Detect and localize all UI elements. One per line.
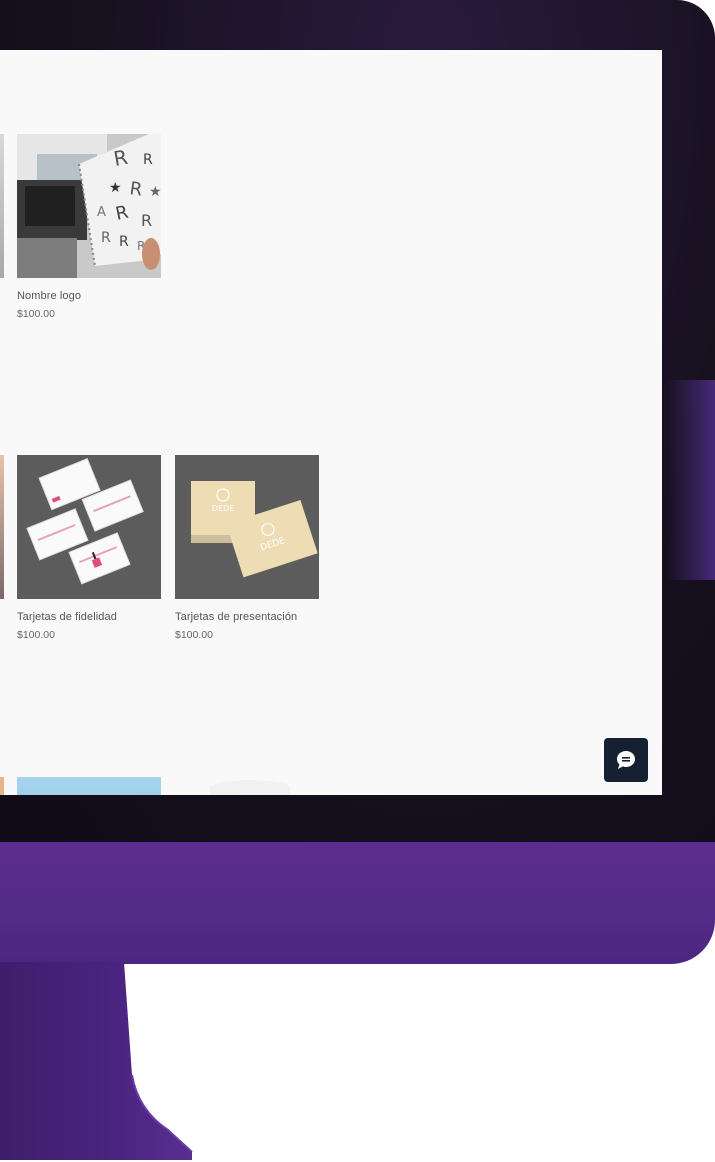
chat-button[interactable] [604, 738, 648, 782]
svg-text:★: ★ [109, 180, 122, 196]
partial-product-image [0, 777, 4, 795]
product-price: $100.00 [17, 629, 55, 641]
product-image-partial[interactable] [210, 780, 290, 795]
svg-text:R: R [141, 211, 152, 230]
product-card[interactable]: R R ★ R ★ A R R R R R Nombre logo $100.0… [17, 134, 163, 320]
svg-text:R: R [143, 152, 153, 168]
product-card[interactable]: Tarjetas de fidelidad $100.00 [17, 455, 163, 641]
svg-text:R: R [101, 230, 111, 246]
svg-text:★: ★ [149, 184, 161, 200]
partial-product-image [0, 134, 4, 278]
chat-icon [617, 751, 635, 769]
product-card[interactable]: DEDE DEDE Tarjetas de presentación $100.… [175, 455, 321, 641]
svg-text:R: R [119, 234, 129, 250]
product-name[interactable]: Tarjetas de presentación [175, 611, 321, 623]
product-name[interactable]: Nombre logo [17, 290, 163, 302]
svg-text:DEDE: DEDE [212, 504, 234, 513]
partial-product-image [0, 455, 4, 599]
product-price: $100.00 [17, 308, 55, 320]
product-price: $100.00 [175, 629, 213, 641]
product-image-partial[interactable] [17, 777, 161, 795]
business-cards-image[interactable]: DEDE DEDE [175, 455, 319, 599]
product-name[interactable]: Tarjetas de fidelidad [17, 611, 163, 623]
svg-text:A: A [97, 205, 106, 220]
website-screen: R R ★ R ★ A R R R R R Nombre logo $100.0… [0, 50, 662, 795]
loyalty-cards-image[interactable] [17, 455, 161, 599]
logo-sketch-image[interactable]: R R ★ R ★ A R R R R R [17, 134, 161, 278]
